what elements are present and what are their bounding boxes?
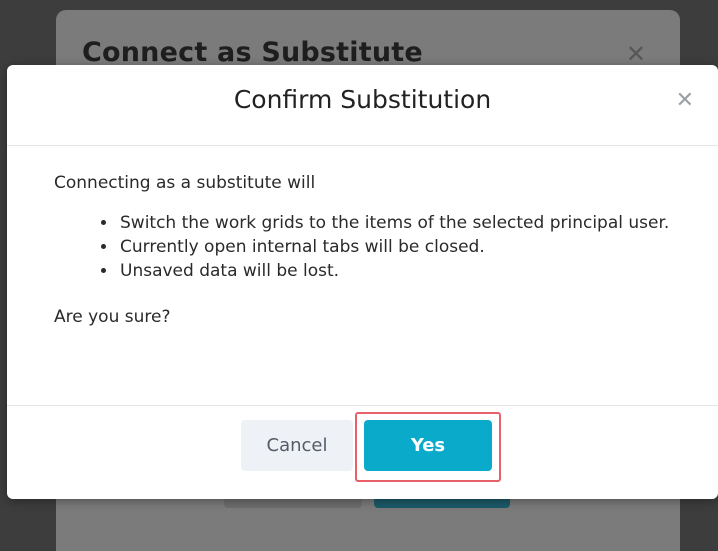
dialog-body: Connecting as a substitute will Switch t… (54, 171, 674, 329)
list-item: Unsaved data will be lost. (118, 259, 674, 283)
list-item: Currently open internal tabs will be clo… (118, 235, 674, 259)
dialog-intro-text: Connecting as a substitute will (54, 173, 316, 193)
confirmation-question: Are you sure? (54, 307, 171, 327)
consequence-list: Switch the work grids to the items of th… (54, 211, 674, 283)
dialog-header: Confirm Substitution ✕ (7, 65, 718, 146)
dialog-title: Confirm Substitution (233, 85, 492, 114)
background-dialog-title: Connect as Substitute (82, 37, 423, 68)
dialog-footer: Cancel Yes (7, 405, 718, 500)
confirm-substitution-dialog: Confirm Substitution ✕ Connecting as a s… (7, 65, 718, 499)
screen: Connect as Substitute ✕ Confirm Substitu… (0, 0, 718, 551)
list-item: Switch the work grids to the items of th… (118, 211, 674, 235)
close-icon: ✕ (625, 40, 646, 68)
cancel-button[interactable]: Cancel (241, 420, 353, 471)
yes-button[interactable]: Yes (364, 420, 492, 471)
close-icon[interactable]: ✕ (676, 90, 694, 112)
